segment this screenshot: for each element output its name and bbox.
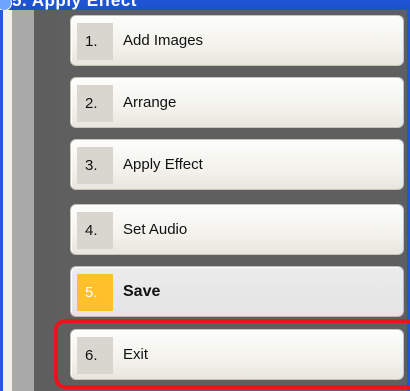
step-list: 1. Add Images 2. Arrange 3. Apply Effect… (0, 0, 410, 391)
step-label: Add Images (123, 32, 204, 49)
step-number: 4. (77, 212, 113, 249)
step-label: Set Audio (123, 221, 188, 238)
step-save-button[interactable]: 5. Save (70, 266, 404, 317)
step-label: Save (123, 283, 161, 300)
step-label: Arrange (123, 94, 177, 111)
step-number: 2. (77, 85, 113, 122)
step-label: Apply Effect (123, 156, 203, 173)
step-number: 3. (77, 147, 113, 184)
step-set-audio-button[interactable]: 4. Set Audio (70, 204, 404, 255)
step-arrange-button[interactable]: 2. Arrange (70, 77, 404, 128)
step-add-images-button[interactable]: 1. Add Images (70, 15, 404, 66)
step-label: Exit (123, 346, 149, 363)
step-apply-effect-button[interactable]: 3. Apply Effect (70, 139, 404, 190)
step-exit-button[interactable]: 6. Exit (70, 329, 404, 380)
step-number: 6. (77, 337, 113, 374)
step-number: 1. (77, 23, 113, 60)
step-number: 5. (77, 274, 113, 311)
